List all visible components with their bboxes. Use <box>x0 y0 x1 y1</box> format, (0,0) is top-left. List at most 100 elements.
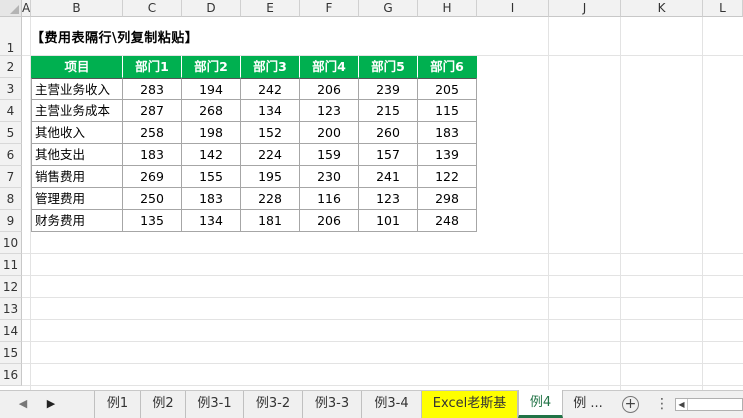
column-header-d[interactable]: D <box>182 0 241 17</box>
sheet-tab-3-1[interactable]: 例3-1 <box>186 391 244 418</box>
row-header-15[interactable]: 15 <box>0 342 22 364</box>
row-header-1[interactable]: 1 <box>0 17 22 56</box>
value-cell[interactable]: 206 <box>300 78 359 100</box>
value-cell[interactable]: 250 <box>123 188 182 210</box>
row-header-4[interactable]: 4 <box>0 100 22 122</box>
value-cell[interactable]: 183 <box>418 122 477 144</box>
value-cell[interactable]: 183 <box>123 144 182 166</box>
value-cell[interactable]: 181 <box>241 210 300 232</box>
row-header-5[interactable]: 5 <box>0 122 22 144</box>
value-cell[interactable]: 115 <box>418 100 477 122</box>
row-label-cell[interactable]: 管理费用 <box>31 188 123 210</box>
column-header-l[interactable]: L <box>703 0 743 17</box>
value-cell[interactable]: 258 <box>123 122 182 144</box>
value-cell[interactable]: 206 <box>300 210 359 232</box>
column-header-b[interactable]: B <box>31 0 123 17</box>
value-cell[interactable]: 239 <box>359 78 418 100</box>
value-cell[interactable]: 298 <box>418 188 477 210</box>
value-cell[interactable]: 260 <box>359 122 418 144</box>
value-cell[interactable]: 157 <box>359 144 418 166</box>
header-cell-dept1[interactable]: 部门1 <box>123 56 182 78</box>
value-cell[interactable]: 248 <box>418 210 477 232</box>
column-header-j[interactable]: J <box>549 0 621 17</box>
column-header-c[interactable]: C <box>123 0 182 17</box>
value-cell[interactable]: 242 <box>241 78 300 100</box>
value-cell[interactable]: 283 <box>123 78 182 100</box>
value-cell[interactable]: 155 <box>182 166 241 188</box>
sheet-title[interactable]: 【费用表隔行\列复制粘贴】 <box>31 30 198 48</box>
value-cell[interactable]: 123 <box>300 100 359 122</box>
value-cell[interactable]: 198 <box>182 122 241 144</box>
sheet-tab-4-active[interactable]: 例4 <box>518 390 563 418</box>
row-header-8[interactable]: 8 <box>0 188 22 210</box>
tab-scroll-left-icon[interactable]: ◀ <box>10 391 36 418</box>
scroll-left-arrow-icon[interactable]: ◀ <box>676 399 688 410</box>
value-cell[interactable]: 224 <box>241 144 300 166</box>
row-header-14[interactable]: 14 <box>0 320 22 342</box>
row-label-cell[interactable]: 其他支出 <box>31 144 123 166</box>
row-header-10[interactable]: 10 <box>0 232 22 254</box>
value-cell[interactable]: 135 <box>123 210 182 232</box>
select-all-corner[interactable] <box>0 0 22 17</box>
header-cell-item[interactable]: 项目 <box>31 56 123 78</box>
row-header-3[interactable]: 3 <box>0 78 22 100</box>
tab-scroll-right-icon[interactable]: ▶ <box>38 391 64 418</box>
row-header-7[interactable]: 7 <box>0 166 22 188</box>
value-cell[interactable]: 205 <box>418 78 477 100</box>
sheet-tab-3-2[interactable]: 例3-2 <box>244 391 303 418</box>
value-cell[interactable]: 228 <box>241 188 300 210</box>
sheet-tab-3-4[interactable]: 例3-4 <box>362 391 422 418</box>
value-cell[interactable]: 268 <box>182 100 241 122</box>
row-label-cell[interactable]: 主营业务成本 <box>31 100 123 122</box>
row-header-6[interactable]: 6 <box>0 144 22 166</box>
row-label-cell[interactable]: 其他收入 <box>31 122 123 144</box>
row-header-11[interactable]: 11 <box>0 254 22 276</box>
value-cell[interactable]: 139 <box>418 144 477 166</box>
value-cell[interactable]: 183 <box>182 188 241 210</box>
value-cell[interactable]: 195 <box>241 166 300 188</box>
header-cell-dept4[interactable]: 部门4 <box>300 56 359 78</box>
row-header-2[interactable]: 2 <box>0 56 22 78</box>
header-cell-dept2[interactable]: 部门2 <box>182 56 241 78</box>
header-cell-dept6[interactable]: 部门6 <box>418 56 477 78</box>
more-options-icon[interactable]: ⋮ <box>655 391 669 418</box>
value-cell[interactable]: 123 <box>359 188 418 210</box>
row-header-12[interactable]: 12 <box>0 276 22 298</box>
column-header-a[interactable]: A <box>22 0 31 17</box>
column-header-f[interactable]: F <box>300 0 359 17</box>
horizontal-scrollbar[interactable]: ◀ <box>675 398 743 411</box>
value-cell[interactable]: 241 <box>359 166 418 188</box>
sheet-tab-2[interactable]: 例2 <box>141 391 186 418</box>
value-cell[interactable]: 159 <box>300 144 359 166</box>
value-cell[interactable]: 230 <box>300 166 359 188</box>
row-header-13[interactable]: 13 <box>0 298 22 320</box>
value-cell[interactable]: 134 <box>182 210 241 232</box>
value-cell[interactable]: 287 <box>123 100 182 122</box>
row-label-cell[interactable]: 财务费用 <box>31 210 123 232</box>
header-cell-dept5[interactable]: 部门5 <box>359 56 418 78</box>
value-cell[interactable]: 122 <box>418 166 477 188</box>
row-label-cell[interactable]: 主营业务收入 <box>31 78 123 100</box>
header-cell-dept3[interactable]: 部门3 <box>241 56 300 78</box>
value-cell[interactable]: 200 <box>300 122 359 144</box>
column-header-g[interactable]: G <box>359 0 418 17</box>
sheet-tab-more[interactable]: 例 ... <box>563 391 613 418</box>
row-label-cell[interactable]: 销售费用 <box>31 166 123 188</box>
column-header-k[interactable]: K <box>621 0 703 17</box>
value-cell[interactable]: 152 <box>241 122 300 144</box>
value-cell[interactable]: 101 <box>359 210 418 232</box>
value-cell[interactable]: 134 <box>241 100 300 122</box>
row-header-9[interactable]: 9 <box>0 210 22 232</box>
value-cell[interactable]: 194 <box>182 78 241 100</box>
column-header-h[interactable]: H <box>418 0 477 17</box>
column-header-e[interactable]: E <box>241 0 300 17</box>
sheet-tab-1[interactable]: 例1 <box>94 391 141 418</box>
value-cell[interactable]: 269 <box>123 166 182 188</box>
add-sheet-icon[interactable]: + <box>622 396 639 413</box>
value-cell[interactable]: 142 <box>182 144 241 166</box>
value-cell[interactable]: 215 <box>359 100 418 122</box>
column-header-i[interactable]: I <box>477 0 549 17</box>
row-header-16[interactable]: 16 <box>0 364 22 386</box>
sheet-tab-excel-laosiji[interactable]: Excel老斯基 <box>422 391 518 418</box>
sheet-tab-3-3[interactable]: 例3-3 <box>303 391 362 418</box>
